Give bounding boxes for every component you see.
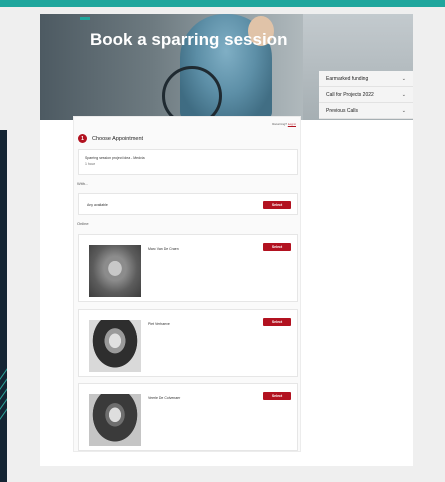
any-available-row: Any available Select xyxy=(78,193,298,215)
staff-name: Veerle De Colvenaer xyxy=(148,396,181,400)
side-menu-item-label: Call for Projects 2022 xyxy=(326,92,374,98)
staff-card-piet: Piet Verhaeve Select xyxy=(78,309,298,377)
side-menu-item-label: Previous Calls xyxy=(326,108,358,114)
staff-photo xyxy=(89,320,141,372)
side-menu-item-previous-calls[interactable]: Previous Calls ⌄ xyxy=(319,103,413,119)
staff-name: Piet Verhaeve xyxy=(148,322,170,326)
hero-accent-mark xyxy=(80,17,90,20)
select-staff-button[interactable]: Select xyxy=(263,318,291,326)
staff-photo xyxy=(89,245,141,297)
service-summary: Sparring session project idea - Medvia 1… xyxy=(78,149,298,175)
staff-photo xyxy=(89,394,141,446)
chevron-down-icon: ⌄ xyxy=(401,92,406,98)
step-number-badge: 1 xyxy=(78,134,87,143)
left-decorative-strip xyxy=(0,130,7,482)
side-menu-item-label: Earmarked funding xyxy=(326,76,369,82)
side-menu-item-call-for-projects[interactable]: Call for Projects 2022 ⌄ xyxy=(319,87,413,103)
service-duration: 1 hour xyxy=(85,162,95,166)
step-title: Choose Appointment xyxy=(92,135,144,142)
side-menu-item-earmarked-funding[interactable]: Earmarked funding ⌄ xyxy=(319,71,413,87)
chevron-down-icon: ⌄ xyxy=(401,108,406,114)
returning-prompt: Returning? Log in xyxy=(272,122,296,126)
any-available-label: Any available xyxy=(87,203,108,207)
returning-label: Returning? xyxy=(272,122,287,126)
select-staff-button[interactable]: Select xyxy=(263,392,291,400)
staff-card-marc: Marc Van De Craen Select xyxy=(78,234,298,302)
select-any-button[interactable]: Select xyxy=(263,201,291,209)
hero-wheelchair-wheel xyxy=(162,66,222,120)
staff-name: Marc Van De Craen xyxy=(148,247,179,251)
online-label: Online xyxy=(77,221,89,226)
select-staff-button[interactable]: Select xyxy=(263,243,291,251)
staff-card-veerle: Veerle De Colvenaer Select xyxy=(78,383,298,451)
chevron-down-icon: ⌄ xyxy=(401,76,406,82)
page-title: Book a sparring session xyxy=(90,30,288,49)
side-menu: Earmarked funding ⌄ Call for Projects 20… xyxy=(319,71,413,119)
top-accent-bar xyxy=(0,0,445,7)
with-label: With... xyxy=(77,181,89,186)
booking-panel: Returning? Log in 1 Choose Appointment S… xyxy=(73,116,301,452)
step-header: 1 Choose Appointment xyxy=(78,134,143,143)
service-name: Sparring session project idea - Medvia xyxy=(85,156,145,160)
login-link[interactable]: Log in xyxy=(288,122,296,126)
